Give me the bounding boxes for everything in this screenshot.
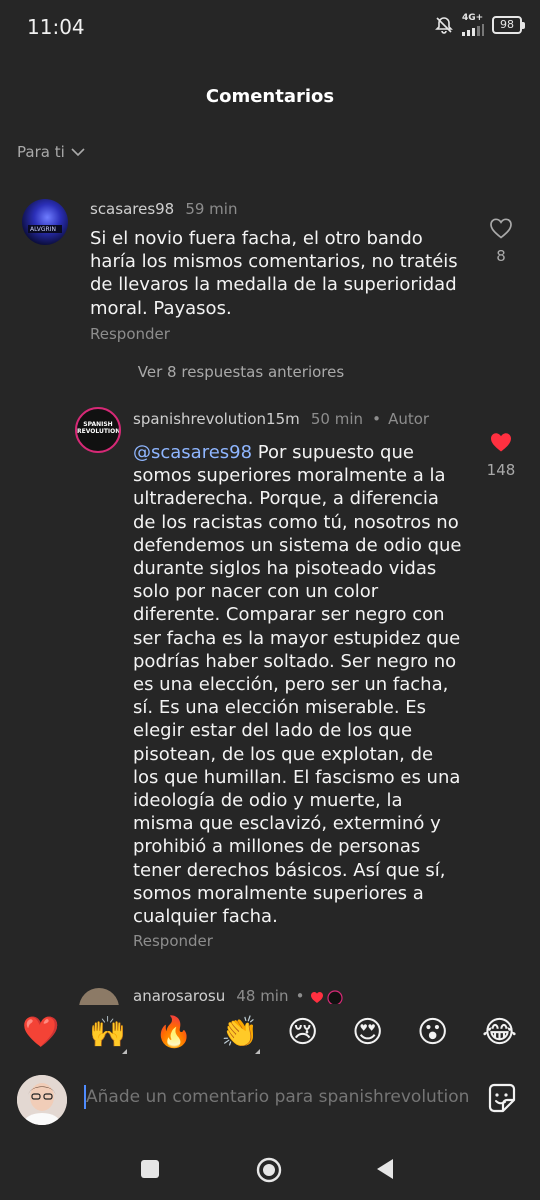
avatar[interactable]: ALVGRIN (22, 199, 68, 245)
reply-button[interactable]: Responder (90, 325, 170, 343)
comment-composer (0, 1069, 540, 1129)
bullet-separator: • (295, 987, 305, 1005)
view-previous-replies-label: Ver 8 respuestas anteriores (137, 363, 345, 381)
sheet-title: Comentarios (205, 86, 335, 107)
view-previous-replies[interactable]: Ver 8 respuestas anteriores (133, 363, 344, 381)
comment-input[interactable] (86, 1087, 468, 1107)
network-type: 4G+ (462, 13, 484, 23)
bullet-separator: • (372, 410, 381, 428)
sort-filter-label: Para ti (17, 143, 65, 161)
status-time: 11:04 (27, 15, 85, 39)
like-count: 148 (486, 461, 516, 479)
home-button[interactable] (255, 1156, 283, 1184)
emoji-surprised[interactable]: 😮 (417, 1013, 448, 1053)
battery-icon: 98 (492, 16, 525, 34)
comment-meta: scasares98 59 min (90, 199, 237, 218)
emoji-fire[interactable]: 🔥 (155, 1013, 192, 1053)
avatar-label: SPANISH REVOLUTION (77, 421, 121, 435)
partial-username[interactable]: anarosarosu (133, 987, 225, 1005)
sort-filter[interactable]: Para ti (17, 143, 85, 161)
comment-username[interactable]: scasares98 (90, 200, 174, 218)
emoji-heart[interactable]: ❤️ (22, 1013, 59, 1053)
sticker-button[interactable] (484, 1081, 520, 1117)
reply-body: Por supuesto que somos superiores moralm… (133, 442, 462, 928)
reply-time: 50 min (310, 410, 364, 428)
status-bar: 11:04 4G+ 98 (0, 0, 540, 56)
emoji-heart-eyes[interactable]: 😍 (352, 1013, 383, 1053)
mention-link[interactable]: @scasares98 (133, 442, 252, 463)
author-badge: Autor (388, 410, 430, 428)
like-count: 8 (496, 247, 506, 265)
comment: ALVGRIN scasares98 59 min Si el novio fu… (0, 195, 540, 355)
comment-time: 59 min (185, 200, 238, 218)
avatar[interactable]: SPANISH REVOLUTION (75, 407, 121, 453)
partial-comment: anarosarosu 48 min • (0, 984, 540, 1005)
reply-text: @scasares98 Por supuesto que somos super… (133, 441, 463, 928)
svg-text:ALVGRIN: ALVGRIN (30, 226, 56, 233)
emoji-laughing[interactable]: 😂 (482, 1013, 517, 1053)
comment-text: Si el novio fuera facha, el otro bando h… (90, 228, 458, 319)
like-column: 148 (481, 431, 521, 479)
alarm-off-icon (435, 17, 453, 34)
emoji-quick-reactions: ❤️ 🙌 🔥 👏 😢 😍 😮 😂 (0, 1013, 540, 1054)
partial-time: 48 min (236, 987, 289, 1005)
reply-comment: SPANISH REVOLUTION spanishrevolution15m … (0, 405, 540, 955)
chevron-down-icon (71, 147, 85, 156)
reply-meta: spanishrevolution15m 50 min • Autor (133, 409, 429, 428)
status-icons: 4G+ 98 (434, 14, 525, 36)
emoji-raised-hands[interactable]: 🙌 (89, 1013, 126, 1053)
avatar-image: ALVGRIN (28, 225, 62, 233)
back-button[interactable] (375, 1158, 395, 1180)
emoji-clapping[interactable]: 👏 (221, 1013, 258, 1053)
reply-username[interactable]: spanishrevolution15m (133, 410, 300, 428)
avatar-image (17, 1075, 67, 1125)
skin-tone-indicator (122, 1049, 127, 1054)
partial-meta: anarosarosu 48 min • (133, 986, 344, 1005)
signal-icon (462, 24, 484, 36)
creator-liked-icon (310, 989, 343, 1005)
reply-button[interactable]: Responder (133, 932, 213, 950)
emoji-crying[interactable]: 😢 (287, 1013, 318, 1053)
current-user-avatar (17, 1075, 67, 1125)
avatar[interactable] (79, 988, 119, 1005)
heart-filled-icon[interactable] (489, 431, 513, 453)
sticker-icon (488, 1083, 516, 1113)
like-column: 8 (481, 217, 521, 265)
skin-tone-indicator (255, 1049, 260, 1054)
heart-outline-icon[interactable] (489, 217, 513, 239)
recents-button[interactable] (140, 1159, 160, 1179)
network-indicator: 4G+ (462, 14, 484, 36)
system-nav-bar (0, 1140, 540, 1200)
